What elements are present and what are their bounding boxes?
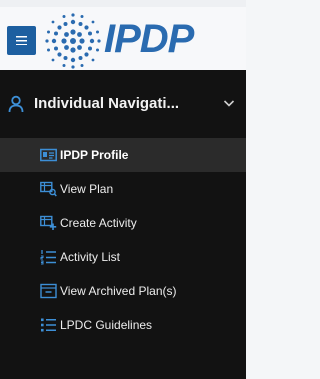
sidebar-item-ipdp-profile[interactable]: IPDP Profile	[0, 138, 246, 172]
sidebar-item-view-plan[interactable]: View Plan	[0, 172, 246, 206]
sidebar-item-label: IPDP Profile	[60, 148, 129, 162]
sidebar-item-view-archived-plans[interactable]: View Archived Plan(s)	[0, 274, 246, 308]
menu-toggle-button[interactable]	[7, 26, 36, 55]
sidebar-item-label: Activity List	[60, 250, 121, 264]
sidebar-item-create-activity[interactable]: Create Activity	[0, 206, 246, 240]
sidebar-item-label: View Archived Plan(s)	[60, 284, 177, 298]
bullet-list-icon	[41, 318, 56, 332]
user-icon	[8, 95, 24, 113]
header-stripe	[0, 0, 246, 7]
dotted-globe-logo-icon	[45, 13, 101, 69]
individual-navigation-group[interactable]: Individual Navigati...	[0, 87, 246, 121]
hamburger-icon	[16, 36, 27, 45]
group-label: Individual Navigati...	[34, 95, 180, 112]
archive-window-icon	[40, 283, 57, 299]
brand-title[interactable]: IPDP	[104, 15, 194, 63]
chevron-down-icon[interactable]	[222, 96, 236, 110]
app-root: IPDP Individual Navigati... IPDP Profile	[0, 0, 246, 379]
plan-view-icon	[40, 181, 57, 197]
sidebar-item-label: View Plan	[60, 182, 114, 196]
plan-add-icon	[40, 215, 57, 230]
sidebar-item-activity-list[interactable]: Activity List	[0, 240, 246, 274]
sidebar-item-label: Create Activity	[60, 216, 137, 230]
sidebar: Individual Navigati... IPDP Profile View…	[0, 70, 246, 379]
sidebar-item-lpdc-guidelines[interactable]: LPDC Guidelines	[0, 308, 246, 342]
sidebar-item-label: LPDC Guidelines	[60, 318, 153, 332]
numbered-list-icon	[40, 250, 56, 265]
top-header: IPDP	[0, 0, 246, 70]
id-card-icon	[40, 148, 57, 162]
